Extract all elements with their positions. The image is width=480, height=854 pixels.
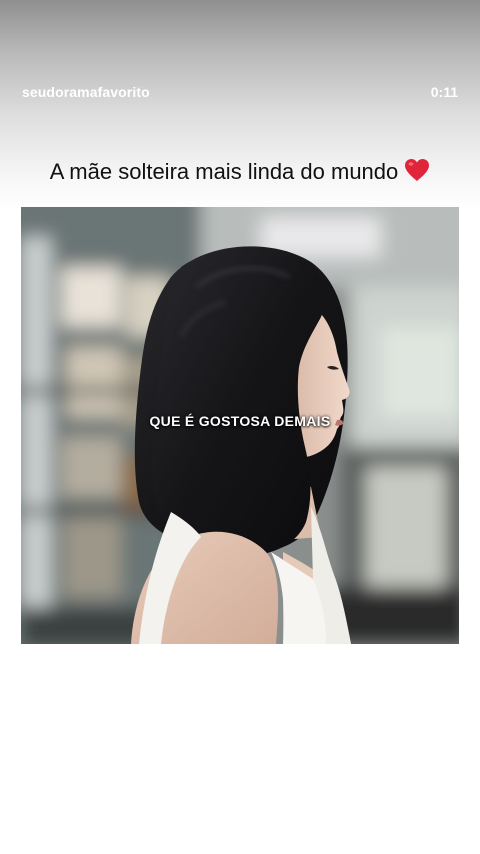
heart-icon	[404, 158, 430, 188]
story-video-frame[interactable]: QUE É GOSTOSA DEMAIS	[21, 207, 459, 644]
story-timer: 0:11	[430, 84, 458, 100]
video-subtitle: QUE É GOSTOSA DEMAIS	[149, 413, 331, 429]
story-viewer[interactable]: seudoramafavorito 0:11 A mãe solteira ma…	[0, 0, 480, 854]
caption-text: A mãe solteira mais linda do mundo	[49, 159, 399, 184]
story-username[interactable]: seudoramafavorito	[22, 84, 150, 100]
story-caption: A mãe solteira mais linda do mundo	[0, 158, 480, 188]
story-header: seudoramafavorito 0:11	[0, 0, 480, 120]
